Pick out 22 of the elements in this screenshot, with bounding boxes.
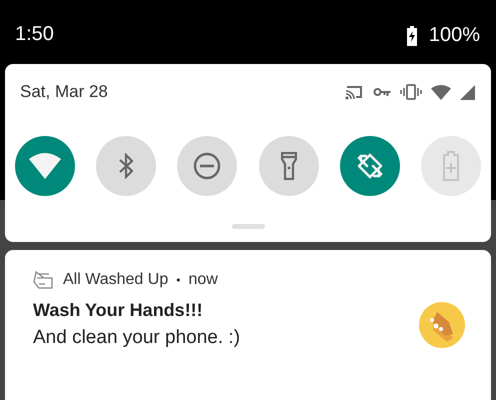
cell-signal-icon [460,84,475,100]
notification-card[interactable]: All Washed Up • now Wash Your Hands!!! And clean your phone. :) [5,250,491,400]
vibrate-icon [400,84,422,100]
separator-dot: • [176,273,180,287]
battery-percentage: 100% [428,24,480,47]
cast-icon [345,84,364,100]
battery-charging-icon [406,26,418,46]
minus-circle-icon [193,152,222,180]
drag-handle[interactable] [232,224,264,229]
flashlight-icon [280,152,297,180]
app-name: All Washed Up [63,271,168,289]
battery-plus-icon [442,151,459,181]
wifi-icon [29,153,61,179]
key-icon [373,87,391,97]
notification-time: now [188,271,218,289]
rotate-icon [356,152,384,180]
notification-title: Wash Your Hands!!! [33,300,204,321]
date-text: Sat, Mar 28 [20,82,108,102]
notification-message: And clean your phone. :) [33,327,240,349]
bluetooth-icon [119,153,134,179]
clock-time: 1:50 [15,23,54,46]
wifi-signal-icon [431,84,451,100]
